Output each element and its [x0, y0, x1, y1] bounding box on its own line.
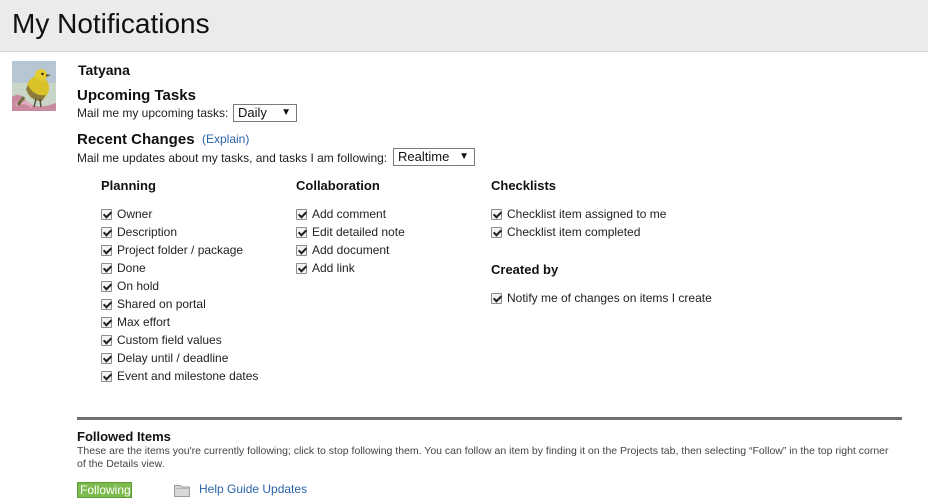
checkbox-checked-icon[interactable] [101, 244, 112, 256]
dropdown-arrow-icon: ▼ [459, 151, 469, 162]
checkbox-checked-icon[interactable] [296, 208, 307, 220]
checkbox-checked-icon[interactable] [491, 208, 502, 220]
checkbox-label: Checklist item completed [507, 225, 641, 239]
checkbox-label: Event and milestone dates [117, 369, 259, 383]
checkbox-delay-deadline[interactable]: Delay until / deadline [101, 350, 228, 366]
checkbox-checked-icon[interactable] [101, 226, 112, 238]
recent-changes-title: Recent Changes [77, 131, 195, 148]
checkbox-label: Max effort [117, 315, 171, 329]
followed-item-link[interactable]: Help Guide Updates [199, 482, 307, 496]
checkbox-checked-icon[interactable] [101, 352, 112, 364]
page-header: My Notifications [0, 0, 928, 52]
checkbox-add-link[interactable]: Add link [296, 260, 355, 276]
checkbox-custom-field-values[interactable]: Custom field values [101, 332, 222, 348]
followed-items-title: Followed Items [77, 429, 171, 444]
checkbox-label: Add link [312, 261, 355, 275]
checkbox-checked-icon[interactable] [296, 244, 307, 256]
explain-link[interactable]: (Explain) [202, 132, 249, 146]
checkbox-label: Done [117, 261, 146, 275]
recent-changes-label: Mail me updates about my tasks, and task… [77, 151, 388, 165]
checkbox-label: Shared on portal [117, 297, 206, 311]
checkbox-label: Description [117, 225, 178, 239]
checkbox-label: Checklist item assigned to me [507, 207, 667, 221]
checkbox-checked-icon[interactable] [101, 280, 112, 292]
checkbox-checked-icon[interactable] [101, 298, 112, 310]
dropdown-arrow-icon: ▼ [281, 107, 291, 118]
checkbox-checked-icon[interactable] [101, 316, 112, 328]
checkbox-label: Custom field values [117, 333, 222, 347]
checkbox-label: Notify me of changes on items I create [507, 291, 712, 305]
checkbox-description[interactable]: Description [101, 224, 177, 240]
checkbox-event-milestone-dates[interactable]: Event and milestone dates [101, 368, 258, 384]
checkbox-checked-icon[interactable] [296, 226, 307, 238]
checkbox-label: Owner [117, 207, 153, 221]
checkbox-on-hold[interactable]: On hold [101, 278, 159, 294]
checkbox-checked-icon[interactable] [101, 208, 112, 220]
checkbox-add-comment[interactable]: Add comment [296, 206, 386, 222]
explain-link-wrap: (Explain) [202, 132, 249, 146]
created-by-title: Created by [491, 262, 559, 277]
checkbox-checked-icon[interactable] [101, 370, 112, 382]
checkbox-edit-detailed-note[interactable]: Edit detailed note [296, 224, 405, 240]
checkbox-label: Edit detailed note [312, 225, 405, 239]
checkbox-done[interactable]: Done [101, 260, 146, 276]
recent-changes-select-value: Realtime [398, 149, 450, 164]
section-divider [77, 417, 902, 420]
checkbox-label: On hold [117, 279, 160, 293]
folder-icon [174, 485, 190, 497]
checkbox-checked-icon[interactable] [491, 292, 502, 304]
checkbox-max-effort[interactable]: Max effort [101, 314, 170, 330]
checkbox-checked-icon[interactable] [491, 226, 502, 238]
checkbox-owner[interactable]: Owner [101, 206, 152, 222]
checkbox-checklist-completed[interactable]: Checklist item completed [491, 224, 640, 240]
page-title: My Notifications [12, 8, 210, 39]
checkbox-label: Project folder / package [117, 243, 244, 257]
upcoming-tasks-label: Mail me my upcoming tasks: [77, 106, 229, 120]
upcoming-tasks-select-value: Daily [238, 105, 267, 120]
followed-items-description: These are the items you're currently fol… [77, 445, 889, 470]
checkbox-checked-icon[interactable] [101, 262, 112, 274]
checkbox-label: Delay until / deadline [117, 351, 229, 365]
checklists-title: Checklists [491, 178, 557, 193]
avatar [12, 61, 56, 111]
upcoming-tasks-title: Upcoming Tasks [77, 87, 196, 104]
collaboration-title: Collaboration [296, 178, 380, 193]
following-toggle-button[interactable]: Following [77, 482, 132, 498]
planning-title: Planning [101, 178, 156, 193]
upcoming-tasks-select[interactable]: Daily ▼ [233, 104, 297, 122]
checkbox-checklist-assigned[interactable]: Checklist item assigned to me [491, 206, 666, 222]
checkbox-project-folder[interactable]: Project folder / package [101, 242, 243, 258]
user-name: Tatyana [78, 62, 130, 78]
checkbox-checked-icon[interactable] [296, 262, 307, 274]
checkbox-checked-icon[interactable] [101, 334, 112, 346]
checkbox-shared-on-portal[interactable]: Shared on portal [101, 296, 206, 312]
checkbox-notify-created[interactable]: Notify me of changes on items I create [491, 290, 712, 306]
checkbox-label: Add document [312, 243, 390, 257]
recent-changes-select[interactable]: Realtime ▼ [393, 148, 475, 166]
checkbox-add-document[interactable]: Add document [296, 242, 389, 258]
checkbox-label: Add comment [312, 207, 387, 221]
